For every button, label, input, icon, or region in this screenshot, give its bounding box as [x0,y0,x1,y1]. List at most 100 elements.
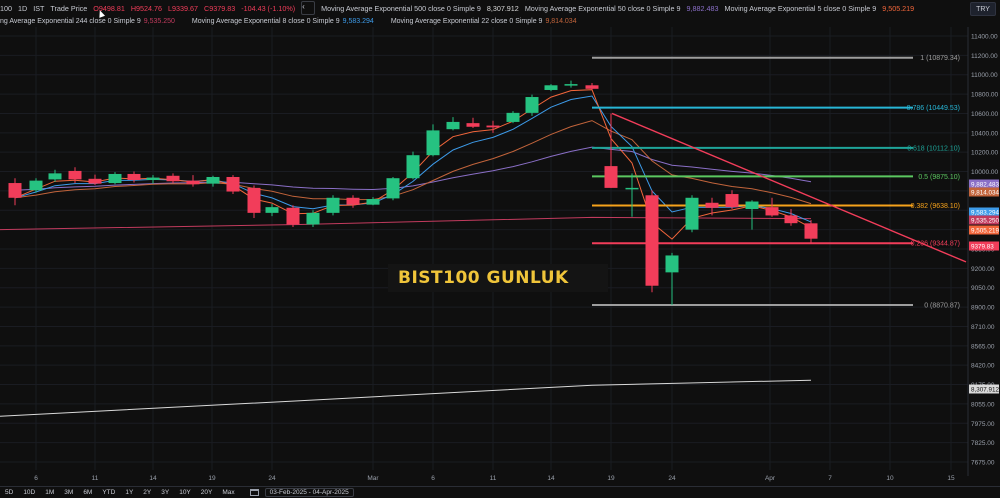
exchange: IST [33,3,45,13]
y-tick-label: 10800.00 [971,92,998,99]
candle-body [386,178,400,199]
candle-body [406,155,420,179]
candle-body [685,197,699,230]
price-mode: Trade Price [50,3,88,13]
range-6m[interactable]: 6M [78,489,97,496]
candle-body [426,130,440,156]
range-1y[interactable]: 1Y [120,489,138,496]
symbol-legend: 100 1D IST Trade Price O9498.81 H9524.76… [0,0,914,16]
fib-level-label: 0 (8870.87) [924,303,960,310]
ma5-label: Moving Average Exponential 5 close 0 Sim… [724,3,877,13]
candle-body [486,125,500,128]
x-tick-label: 11 [92,475,99,482]
range-ytd[interactable]: YTD [97,489,120,496]
candle-body [564,84,578,86]
candle-body [585,85,599,89]
x-tick-label: 19 [607,475,615,482]
high-value: H9524.76 [130,3,163,13]
candle-body [108,173,122,184]
x-tick-label: 10 [886,475,894,482]
x-tick-label: 14 [547,475,555,482]
x-tick-label: 15 [947,475,955,482]
ma244-value: 9,535.250 [143,18,175,25]
currency-selector[interactable]: TRY [970,2,996,16]
candle-body [544,85,558,90]
candle-body [525,97,539,113]
fib-level-label: 0.382 (9638.10) [911,203,960,210]
x-tick-label: Apr [765,475,776,482]
candle-body [784,215,798,224]
range-20y[interactable]: 20Y [196,489,218,496]
range-5d[interactable]: 5D [0,489,18,496]
ma244-label: ng Average Exponential 244 close 0 Simpl… [0,18,141,25]
y-tick-label: 8900.00 [971,305,995,312]
ma50-label: Moving Average Exponential 50 close 0 Si… [524,3,681,13]
range-3m[interactable]: 3M [59,489,78,496]
candle-body [725,194,739,208]
candle-body [247,187,261,213]
price-tag-label: 9,583.294 [971,210,1000,217]
range-max[interactable]: Max [217,489,239,496]
y-tick-label: 8420.00 [971,363,995,370]
price-tag-label: 8,307.912 [971,387,1000,394]
range-1m[interactable]: 1M [40,489,59,496]
fib-level-label: 0.618 (10112.10) [907,145,960,152]
candle-body [88,178,102,184]
candle-body [48,173,62,180]
ma-legend-row-2: ng Average Exponential 244 close 0 Simpl… [0,15,577,28]
candle-body [127,173,141,181]
y-tick-label: 10000.00 [971,169,998,176]
range-3y[interactable]: 3Y [156,489,174,496]
ma22-value: 9,814.034 [545,18,577,25]
calendar-icon[interactable] [249,489,259,496]
bottom-toolbar: 5D 10D 1M 3M 6M YTD 1Y 2Y 3Y 10Y 20Y Max… [0,486,1000,498]
fib-level-label: 0.786 (10449.53) [907,105,960,112]
x-tick-label: 6 [34,475,38,482]
candle-body [326,197,340,213]
y-tick-label: 11200.00 [971,53,998,60]
y-tick-label: 7975.00 [971,421,995,428]
ma500-label: Moving Average Exponential 500 close 0 S… [321,3,481,13]
candle-body [29,180,43,191]
collapse-legend-chevron-icon[interactable]: ‹ [301,1,316,15]
price-tag-label: 9,814.034 [971,190,1000,197]
range-10d[interactable]: 10D [18,489,40,496]
candle-body [765,207,779,216]
price-tag-label: 9,505.219 [971,228,1000,235]
y-tick-label: 10400.00 [971,130,998,137]
x-tick-label: 6 [431,475,435,482]
candle-body [265,207,279,213]
y-tick-label: 8565.00 [971,343,995,350]
candle-body [625,187,639,190]
range-2y[interactable]: 2Y [138,489,156,496]
close-value: C9379.83 [204,3,236,13]
y-tick-label: 10200.00 [971,150,998,157]
candle-body [186,180,200,185]
ma8-label: Moving Average Exponential 8 close 0 Sim… [191,18,340,25]
candle-body [745,201,759,210]
y-tick-label: 8055.00 [971,401,995,408]
range-10y[interactable]: 10Y [174,489,196,496]
candle-body [506,112,520,122]
date-range[interactable]: 03-Feb-2025 - 04-Apr-2025 [264,488,354,497]
candle-body [68,170,82,180]
candle-body [446,121,460,130]
interval[interactable]: 1D [18,4,27,13]
ma500-value: 8,307.912 [486,3,519,13]
candle-body [346,197,360,205]
candle-body [665,255,679,273]
candle-body [366,199,380,205]
candle-body [604,166,618,188]
price-chart[interactable]: 7675.007825.007975.008055.008175.008420.… [0,0,1000,497]
price-tag-label: 9379.83 [971,244,994,251]
ma50-value: 9,882.483 [686,3,719,13]
x-tick-label: 19 [208,475,216,482]
chart-annotation: BIST100 GUNLUK [388,264,608,292]
candle-body [466,123,480,127]
symbol-name[interactable]: 100 [0,4,12,13]
y-tick-label: 7825.00 [971,440,995,447]
candle-body [8,183,22,198]
candle-body [645,195,659,286]
candle-body [166,175,180,182]
y-tick-label: 9200.00 [971,266,995,273]
